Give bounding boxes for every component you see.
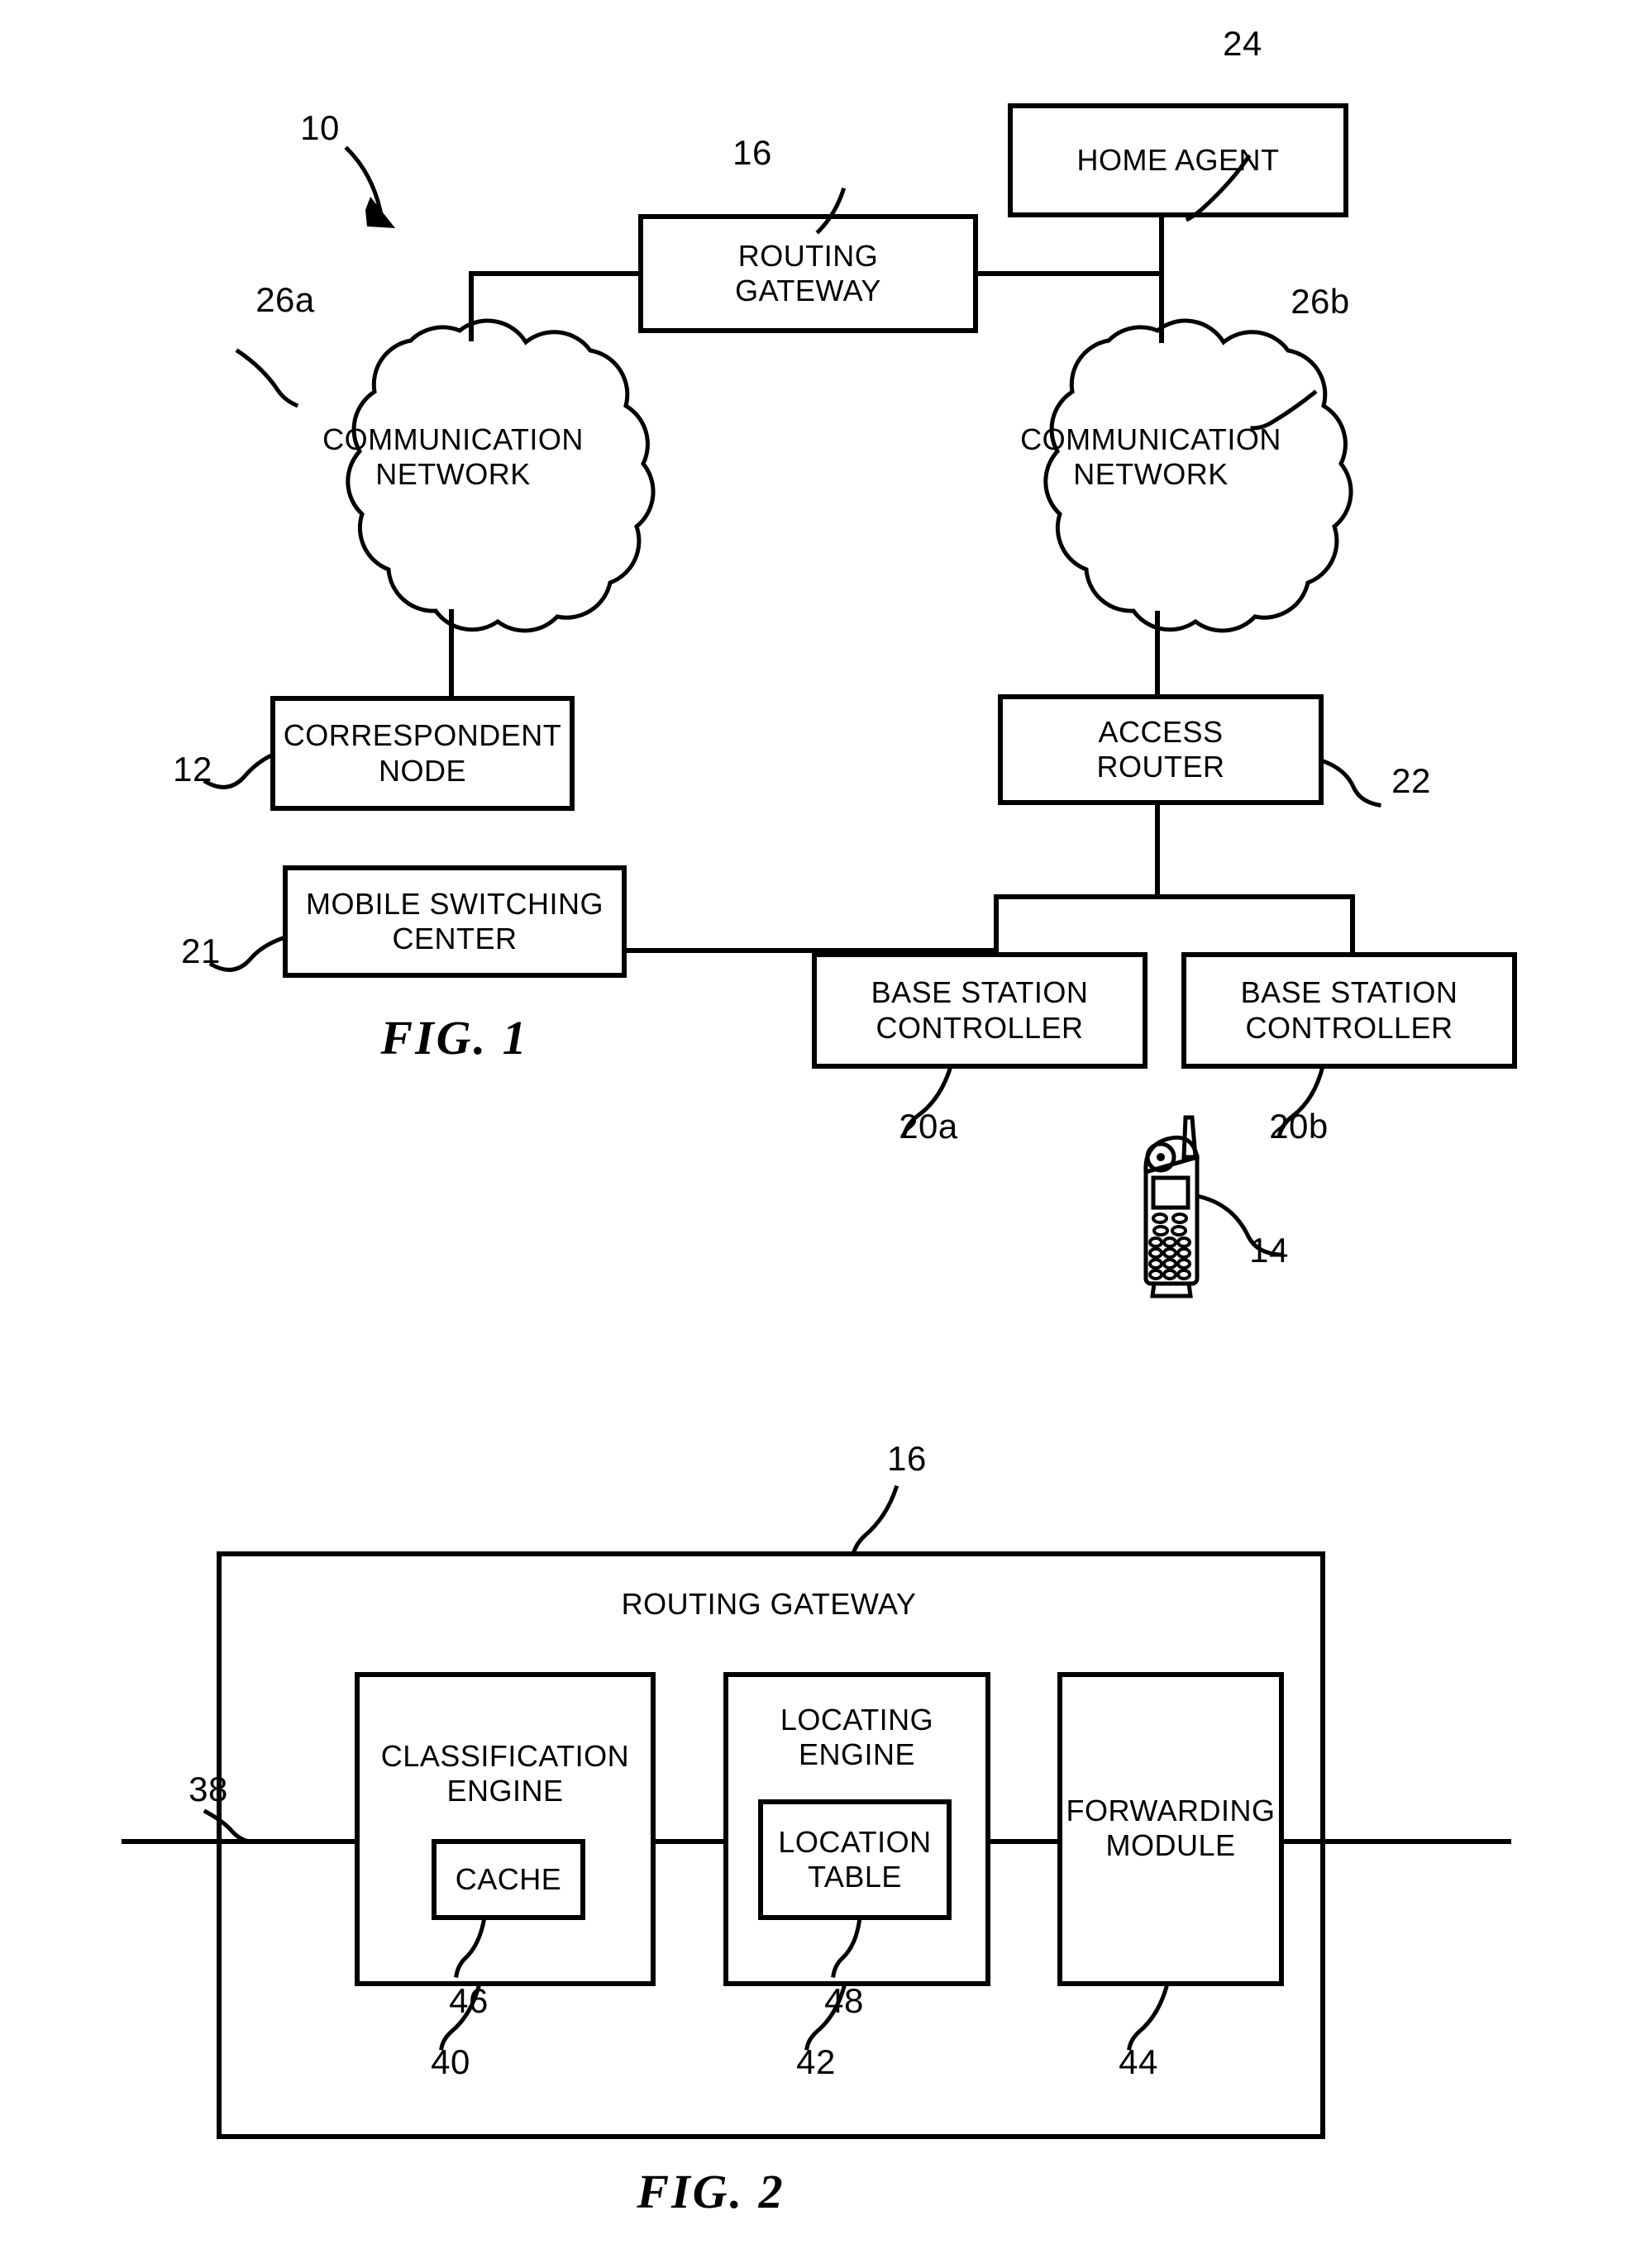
leader-16-fig2 — [850, 1484, 899, 1557]
arrow-10 — [365, 197, 395, 228]
leader-38 — [203, 1808, 252, 1845]
diagram-artwork — [122, 103, 1517, 2139]
leader-22 — [1318, 757, 1381, 808]
ref-38: 38 — [188, 1770, 228, 1808]
ref-22: 22 — [1391, 761, 1431, 800]
ref-20b: 20b — [1269, 1107, 1329, 1146]
ref-24: 24 — [1223, 24, 1262, 63]
home-agent-label: HOME AGENT — [1076, 142, 1280, 177]
routing-gateway-title: ROUTING GATEWAY — [621, 1587, 917, 1621]
figure-2-caption: FIG. 2 — [637, 2165, 785, 2218]
ref-40: 40 — [431, 2042, 470, 2081]
locating-engine-label: LOCATING ENGINE — [780, 1702, 934, 1771]
ref-48: 48 — [824, 1981, 864, 2020]
figure-1-caption: FIG. 1 — [380, 1011, 529, 1065]
routing-gateway-label: ROUTING GATEWAY — [735, 238, 881, 307]
patent-drawing-sheet: HOME AGENT ROUTING GATEWAY COMMUNICATION… — [0, 0, 1627, 2268]
ref-16-fig2: 16 — [887, 1439, 927, 1478]
leader-26a — [235, 348, 299, 408]
link-gateway-to-left-network — [469, 271, 643, 341]
leader-46 — [454, 1915, 487, 1978]
ref-26a: 26a — [255, 280, 315, 319]
access-router-label: ACCESS ROUTER — [1096, 714, 1225, 784]
communication-network-right-label: COMMUNICATION NETWORK — [1020, 422, 1281, 491]
base-station-controller-b-label: BASE STATION CONTROLLER — [1240, 975, 1458, 1045]
ref-20a: 20a — [899, 1107, 958, 1146]
ref-10: 10 — [300, 108, 340, 147]
ref-14: 14 — [1249, 1231, 1289, 1270]
leader-10 — [344, 145, 383, 213]
classification-engine-label: CLASSIFICATION ENGINE — [380, 1738, 630, 1808]
mobile-phone-icon — [1143, 1115, 1200, 1298]
correspondent-node-label: CORRESPONDENT NODE — [283, 718, 562, 788]
location-table-label: LOCATION TABLE — [778, 1824, 932, 1894]
ref-42: 42 — [796, 2042, 836, 2081]
ref-21: 21 — [181, 932, 221, 970]
ref-12: 12 — [173, 750, 212, 789]
leader-44 — [1127, 1980, 1171, 2051]
base-station-controller-a-label: BASE STATION CONTROLLER — [871, 975, 1089, 1045]
communication-network-left-label: COMMUNICATION NETWORK — [322, 422, 584, 491]
leader-48 — [831, 1915, 862, 1978]
forwarding-module-label: FORWARDING MODULE — [1066, 1793, 1276, 1862]
classification-engine-box — [355, 1672, 656, 1986]
ref-44: 44 — [1119, 2042, 1158, 2081]
ref-46: 46 — [449, 1981, 489, 2020]
mobile-switching-center-label: MOBILE SWITCHING CENTER — [305, 886, 604, 955]
cache-label: CACHE — [455, 1861, 562, 1896]
ref-26b: 26b — [1291, 282, 1350, 321]
ref-16-fig1: 16 — [732, 133, 772, 172]
